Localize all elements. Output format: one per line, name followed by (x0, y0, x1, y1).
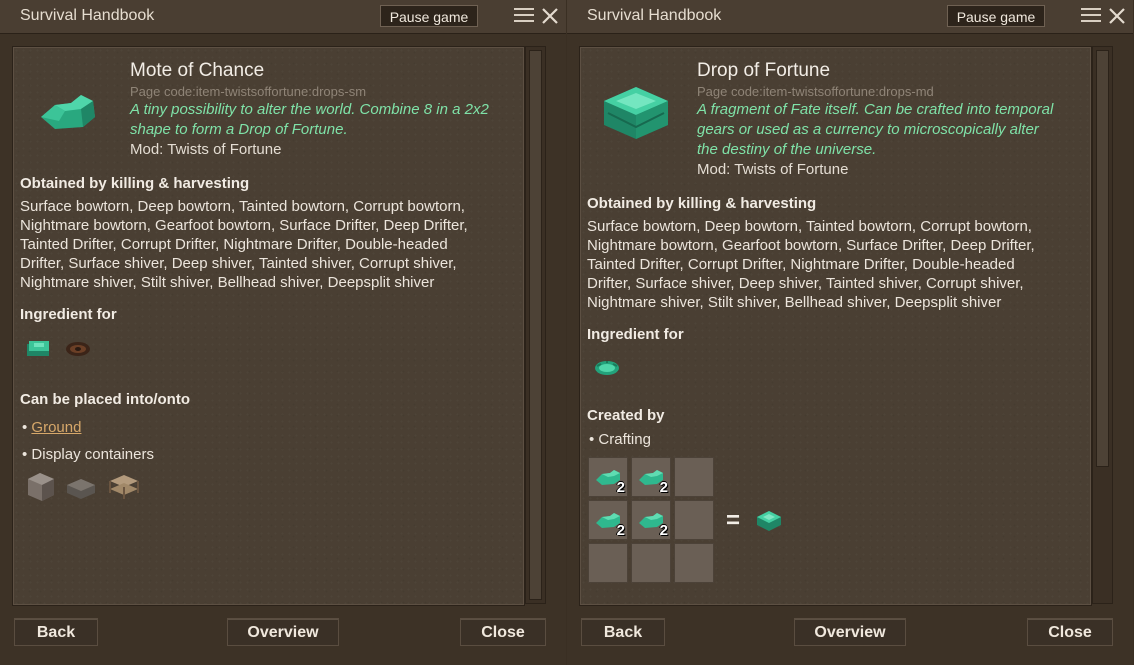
obtained-heading: Obtained by killing & harvesting (20, 175, 250, 192)
obtained-line: Drifter, Surface shiver, Deep shiver, Ta… (587, 275, 1024, 292)
obtained-line: Drifter, Surface shiver, Deep shiver, Ta… (20, 255, 457, 272)
title-bar[interactable]: Survival Handbook Pause game (567, 0, 1133, 34)
page-code: Page code:item-twistsoffortune:drops-md (697, 84, 934, 99)
slot-count: 2 (616, 479, 625, 496)
close-button[interactable]: Close (460, 618, 546, 646)
grid-slot[interactable] (674, 457, 714, 497)
grid-slot[interactable] (674, 500, 714, 540)
display-case-icon[interactable] (26, 471, 56, 506)
page-code: Page code:item-twistsoffortune:drops-sm (130, 84, 367, 99)
obtained-line: Nightmare shiver, Stilt shiver, Bellhead… (20, 274, 435, 291)
obtained-line: Tainted Drifter, Corrupt Drifter, Nightm… (587, 256, 1015, 273)
mote-of-chance-icon (35, 87, 105, 137)
hamburger-icon[interactable] (1081, 8, 1101, 24)
close-icon[interactable] (540, 6, 560, 26)
display-containers-text: Display containers (31, 446, 154, 463)
back-button[interactable]: Back (581, 618, 665, 646)
obtained-list: Surface bowtorn, Deep bowtorn, Tainted b… (587, 217, 1087, 312)
pause-game-button[interactable]: Pause game (947, 5, 1045, 27)
drop-of-fortune-icon[interactable] (25, 338, 53, 365)
grid-slot[interactable]: 2 (631, 500, 671, 540)
slot-count: 2 (659, 479, 668, 496)
page-content: Mote of Chance Page code:item-twistsoffo… (12, 46, 525, 606)
ingredient-heading: Ingredient for (20, 306, 117, 323)
item-title: Mote of Chance (130, 60, 265, 81)
temporal-gear-icon[interactable] (593, 357, 621, 384)
item-description-line: A fragment of Fate itself. Can be crafte… (697, 101, 1054, 118)
handbook-window-right: Survival Handbook Pause game Drop of For… (567, 0, 1133, 665)
window-title: Survival Handbook (587, 7, 722, 24)
drop-of-fortune-icon (602, 83, 672, 139)
ingredient-heading: Ingredient for (587, 326, 684, 343)
craft-output-icon[interactable] (755, 509, 783, 538)
grid-slot[interactable]: 2 (631, 457, 671, 497)
item-description-line: shape to form a Drop of Fortune. (130, 121, 348, 138)
grid-slot[interactable] (588, 543, 628, 583)
obtained-line: Surface bowtorn, Deep bowtorn, Tainted b… (20, 198, 465, 215)
temporal-gear-icon[interactable] (64, 338, 92, 365)
page-content: Drop of Fortune Page code:item-twistsoff… (579, 46, 1092, 606)
scrollbar[interactable] (1092, 46, 1113, 604)
overview-button[interactable]: Overview (794, 618, 906, 646)
obtained-line: Nightmare bowtorn, Gearfoot bowtorn, Sur… (587, 237, 1035, 254)
slot-count: 2 (616, 522, 625, 539)
equals-sign: = (726, 507, 741, 534)
obtained-list: Surface bowtorn, Deep bowtorn, Tainted b… (20, 197, 520, 292)
item-description-line: the destiny of the universe. (697, 141, 877, 158)
item-description-line: A tiny possibility to alter the world. C… (130, 101, 489, 118)
slot-count: 2 (659, 522, 668, 539)
crafting-text: Crafting (598, 431, 651, 448)
created-heading: Created by (587, 407, 665, 424)
grid-slot[interactable] (674, 543, 714, 583)
grid-slot[interactable]: 2 (588, 500, 628, 540)
obtained-line: Tainted Drifter, Corrupt Drifter, Nightm… (20, 236, 448, 253)
shelf-icon[interactable] (108, 471, 140, 506)
close-icon[interactable] (1107, 6, 1127, 26)
overview-button[interactable]: Overview (227, 618, 339, 646)
obtained-line: Nightmare bowtorn, Gearfoot bowtorn, Sur… (20, 217, 468, 234)
obtained-heading: Obtained by killing & harvesting (587, 195, 817, 212)
hamburger-icon[interactable] (514, 8, 534, 24)
scroll-thumb[interactable] (1096, 50, 1109, 467)
placed-item-ground: • Ground (22, 419, 82, 436)
item-title: Drop of Fortune (697, 60, 831, 81)
grid-slot[interactable] (631, 543, 671, 583)
mod-label: Mod: Twists of Fortune (130, 141, 282, 158)
mod-label: Mod: Twists of Fortune (697, 161, 849, 178)
handbook-window-left: Survival Handbook Pause game Mote of Cha… (0, 0, 566, 665)
placed-heading: Can be placed into/onto (20, 391, 191, 408)
scroll-thumb[interactable] (529, 50, 542, 600)
obtained-line: Surface bowtorn, Deep bowtorn, Tainted b… (587, 218, 1032, 235)
close-button[interactable]: Close (1027, 618, 1113, 646)
pedestal-icon[interactable] (65, 475, 97, 504)
obtained-line: Nightmare shiver, Stilt shiver, Bellhead… (587, 294, 1002, 311)
window-title: Survival Handbook (20, 7, 155, 24)
item-description-line: gears or used as a currency to microscop… (697, 121, 1039, 138)
title-bar[interactable]: Survival Handbook Pause game (0, 0, 566, 34)
grid-slot[interactable]: 2 (588, 457, 628, 497)
placed-item-display: • Display containers (22, 446, 154, 463)
ground-link[interactable]: Ground (31, 419, 81, 436)
created-method: • Crafting (589, 431, 651, 448)
pause-game-button[interactable]: Pause game (380, 5, 478, 27)
back-button[interactable]: Back (14, 618, 98, 646)
scrollbar[interactable] (525, 46, 546, 604)
